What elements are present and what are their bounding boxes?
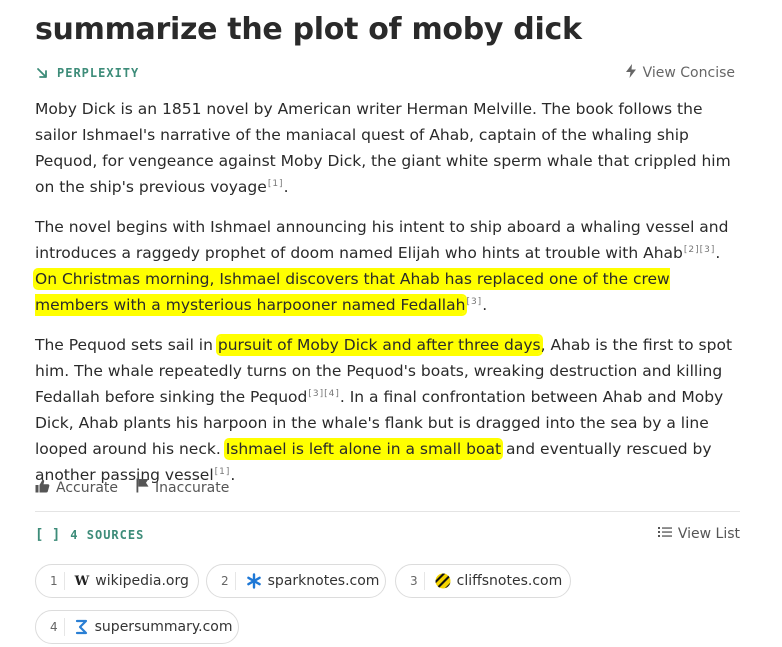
highlight-ishmael: Ishmael is left alone in a small boat <box>225 440 502 458</box>
brand: PERPLEXITY <box>35 66 139 80</box>
arrow-down-right-icon <box>35 66 49 80</box>
answer-paragraph-3: The Pequod sets sail in pursuit of Moby … <box>35 332 740 488</box>
source-name: supersummary.com <box>94 619 233 635</box>
inaccurate-button[interactable]: Inaccurate <box>136 478 229 497</box>
view-concise-label: View Concise <box>642 65 735 81</box>
source-number: 1 <box>50 572 65 590</box>
source-chip-cliffsnotes[interactable]: 3 cliffsnotes.com <box>395 564 571 598</box>
source-chip-sparknotes[interactable]: 2 sparknotes.com <box>206 564 386 598</box>
p3-end: . <box>230 466 236 484</box>
supersummary-icon <box>75 619 89 635</box>
citation-1b[interactable]: [1] <box>215 467 231 477</box>
source-chip-wikipedia[interactable]: 1 W wikipedia.org <box>35 564 199 598</box>
citation-1[interactable]: [1] <box>268 179 284 189</box>
accurate-label: Accurate <box>56 479 119 496</box>
accurate-button[interactable]: Accurate <box>35 478 118 497</box>
source-name: wikipedia.org <box>95 573 189 589</box>
highlight-christmas: On Christmas morning, Ishmael discovers … <box>35 270 670 314</box>
p2-end: . <box>482 296 488 314</box>
citation-3[interactable]: [3] <box>466 297 482 307</box>
feedback-bar: Accurate Inaccurate <box>35 478 229 497</box>
divider <box>35 511 740 512</box>
thumbs-up-icon <box>35 479 50 497</box>
list-icon <box>657 526 672 542</box>
view-list-label: View List <box>677 526 740 542</box>
sparknotes-icon <box>246 573 262 589</box>
highlight-pursuit: pursuit of Moby Dick and after three day… <box>217 336 541 354</box>
citation-2-3[interactable]: [2][3] <box>684 245 716 255</box>
p2-text-b: . <box>715 244 721 262</box>
answer-header: PERPLEXITY View Concise <box>35 64 735 86</box>
inaccurate-label: Inaccurate <box>155 479 230 496</box>
sources-bracket-icon: [ ] <box>35 527 61 543</box>
sources-label: [ ] 4 SOURCES <box>35 527 144 543</box>
p3-text-a: The Pequod sets sail in <box>35 336 218 354</box>
answer-paragraph-1: Moby Dick is an 1851 novel by American w… <box>35 96 740 200</box>
sources-count: 4 SOURCES <box>70 528 145 542</box>
lightning-icon <box>625 64 637 82</box>
wikipedia-icon: W <box>74 573 90 589</box>
sources-header: [ ] 4 SOURCES View List <box>35 526 740 547</box>
view-concise-button[interactable]: View Concise <box>625 64 735 82</box>
cliffsnotes-icon <box>435 573 451 589</box>
source-number: 3 <box>410 572 425 590</box>
answer-page: summarize the plot of moby dick PERPLEXI… <box>0 0 782 647</box>
source-number: 4 <box>50 618 65 636</box>
brand-name: PERPLEXITY <box>57 66 140 80</box>
source-chip-supersummary[interactable]: 4 supersummary.com <box>35 610 239 644</box>
p1-end: . <box>283 178 289 196</box>
p1-text: Moby Dick is an 1851 novel by American w… <box>35 100 731 196</box>
answer-paragraph-2: The novel begins with Ishmael announcing… <box>35 214 740 318</box>
answer-body: Moby Dick is an 1851 novel by American w… <box>35 96 740 502</box>
view-list-button[interactable]: View List <box>657 526 740 542</box>
source-name: sparknotes.com <box>267 573 380 589</box>
citation-3-4[interactable]: [3][4] <box>308 389 340 399</box>
source-name: cliffsnotes.com <box>456 573 563 589</box>
page-title: summarize the plot of moby dick <box>35 12 582 47</box>
source-number: 2 <box>221 572 236 590</box>
p2-text-a: The novel begins with Ishmael announcing… <box>35 218 729 262</box>
flag-icon <box>136 478 149 497</box>
